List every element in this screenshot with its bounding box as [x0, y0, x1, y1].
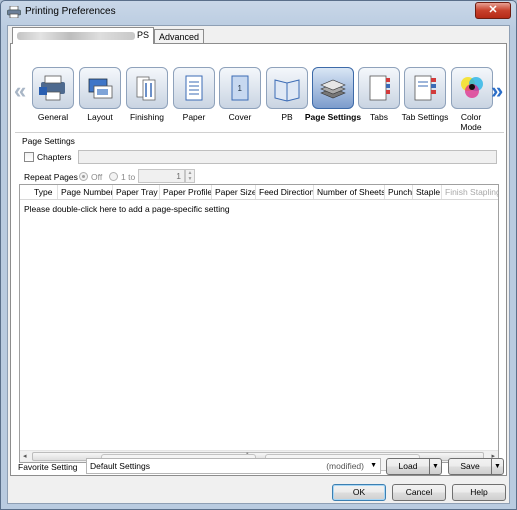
chapters-checkbox[interactable]	[24, 152, 34, 162]
color-mode-label: Color Mode	[460, 112, 482, 132]
color-mode-icon	[461, 77, 483, 98]
col-page-number[interactable]: Page Number	[57, 185, 112, 199]
favorite-modified-label: (modified)	[326, 461, 364, 471]
dialog-client-area: PS Advanced « 1 » General Layout Finishi…	[7, 25, 510, 504]
toolbar-separator	[15, 132, 504, 133]
page-settings-grid[interactable]: Type Page Number Paper Tray Paper Profil…	[19, 184, 499, 463]
layout-button[interactable]	[79, 67, 121, 109]
tab-settings-button[interactable]	[404, 67, 446, 109]
pb-icon	[274, 79, 300, 102]
help-button[interactable]: Help	[452, 484, 506, 501]
paper-icon	[185, 75, 203, 101]
scroll-left-arrow-icon[interactable]: ◂	[23, 452, 27, 460]
general-button[interactable]	[32, 67, 74, 109]
title-bar[interactable]: Printing Preferences ✕	[1, 1, 516, 23]
cover-button[interactable]: 1	[219, 67, 261, 109]
col-finish-stapling[interactable]: Finish Stapling	[441, 185, 498, 199]
col-paper-tray[interactable]: Paper Tray	[112, 185, 159, 199]
color-mode-button[interactable]	[451, 67, 493, 109]
layout-icon	[88, 78, 113, 99]
grid-header: Type Page Number Paper Tray Paper Profil…	[20, 185, 498, 200]
col-paper-size[interactable]: Paper Size	[211, 185, 255, 199]
close-button[interactable]: ✕	[475, 2, 511, 19]
repeat-one-to-radio[interactable]	[109, 172, 118, 181]
svg-text:1: 1	[238, 84, 243, 93]
ok-button[interactable]: OK	[332, 484, 386, 501]
save-button[interactable]: Save ▼	[448, 458, 504, 475]
tab-ps[interactable]: PS	[12, 27, 155, 44]
printer-icon	[7, 6, 21, 18]
favorite-setting-label: Favorite Setting	[18, 462, 78, 472]
printing-preferences-window: Printing Preferences ✕ PS Advanced « 1 »…	[0, 0, 517, 510]
col-paper-profile[interactable]: Paper Profile	[159, 185, 211, 199]
page-settings-button[interactable]	[312, 67, 354, 109]
tab-settings-icon	[414, 75, 436, 101]
repeat-count-field[interactable]: 1	[138, 169, 185, 183]
tab-panel: « 1 » General Layout Finishing Paper Cov…	[10, 43, 507, 476]
repeat-pages-label: Repeat Pages	[24, 172, 78, 182]
save-dropdown-icon[interactable]: ▼	[491, 459, 503, 474]
repeat-off-label: Off	[91, 172, 103, 182]
tab-advanced[interactable]: Advanced	[154, 29, 205, 44]
repeat-off-radio[interactable]	[79, 172, 88, 181]
chevron-down-icon[interactable]: ▼	[370, 459, 377, 473]
paper-button[interactable]	[173, 67, 215, 109]
scroll-left-icon[interactable]: «	[14, 78, 26, 104]
page-settings-icon	[320, 79, 346, 99]
chapters-field[interactable]	[78, 150, 497, 164]
finishing-button[interactable]	[126, 67, 168, 109]
spin-down-icon[interactable]: ▼	[186, 176, 194, 182]
col-punch[interactable]: Punch	[384, 185, 412, 199]
cover-icon: 1	[231, 75, 249, 101]
repeat-count-spinner[interactable]: ▲ ▼	[185, 169, 195, 183]
finishing-icon	[136, 76, 156, 101]
tabs-button[interactable]	[358, 67, 400, 109]
repeat-one-to-label: 1 to	[121, 172, 136, 182]
window-title: Printing Preferences	[25, 6, 116, 17]
page-settings-section-label: Page Settings	[22, 136, 75, 146]
load-button[interactable]: Load ▼	[386, 458, 442, 475]
tab-settings-label: Tab Settings	[401, 112, 449, 122]
general-icon	[39, 75, 65, 101]
grid-empty-message[interactable]: Please double-click here to add a page-s…	[24, 204, 230, 214]
chapters-label: Chapters	[37, 152, 72, 162]
scroll-right-icon[interactable]: »	[491, 78, 503, 104]
col-number-of-sheets[interactable]: Number of Sheets	[313, 185, 384, 199]
favorite-setting-combo[interactable]: Default Settings (modified) ▼	[86, 458, 381, 474]
col-feed-direction[interactable]: Feed Direction	[255, 185, 313, 199]
load-dropdown-icon[interactable]: ▼	[429, 459, 441, 474]
favorite-setting-value: Default Settings	[90, 461, 151, 471]
cancel-button[interactable]: Cancel	[392, 484, 446, 501]
pb-button[interactable]	[266, 67, 308, 109]
col-type[interactable]: Type	[31, 185, 57, 199]
blurred-printer-name	[17, 31, 135, 40]
tabs-icon	[369, 75, 390, 101]
col-staple[interactable]: Staple	[412, 185, 441, 199]
